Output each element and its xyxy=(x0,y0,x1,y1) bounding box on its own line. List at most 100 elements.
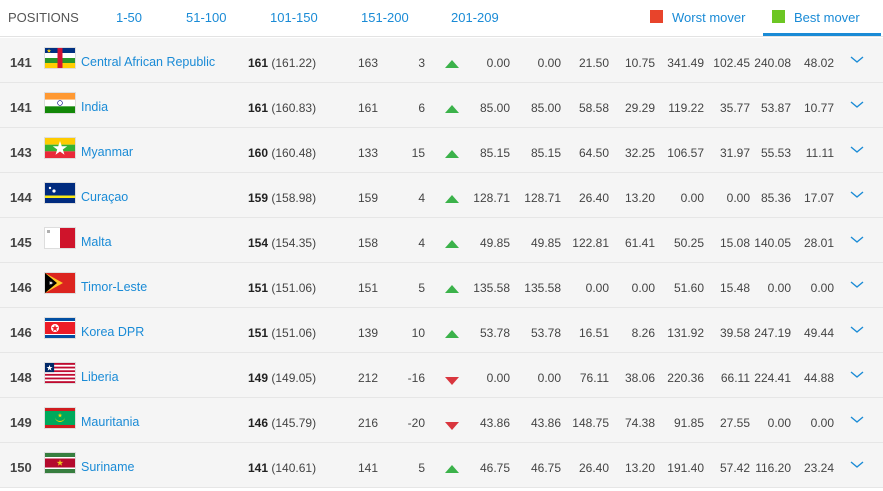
score-c6: 66.11 xyxy=(720,371,750,385)
points-precise: (161.22) xyxy=(271,56,317,70)
score-c5: 131.92 xyxy=(667,326,704,340)
chevron-down-icon[interactable] xyxy=(850,232,864,243)
tab-51-100[interactable]: 51-100 xyxy=(186,10,226,25)
points-rounded: 160 xyxy=(248,146,269,160)
table-row[interactable]: 143 Myanmar 160 (160.48) 133 15 85.15 85.15 64.… xyxy=(0,128,883,173)
score-c8: 44.88 xyxy=(803,371,834,385)
country-link[interactable]: Suriname xyxy=(81,460,135,474)
score-c2: 43.86 xyxy=(530,416,561,430)
score-c8: 10.77 xyxy=(803,101,834,115)
arrow-up-icon xyxy=(445,465,459,473)
chevron-down-icon[interactable] xyxy=(850,457,864,468)
total-points: 146 (145.79) xyxy=(248,416,316,430)
best-mover-filter[interactable]: Best mover xyxy=(794,10,860,25)
flag-india-icon xyxy=(45,93,75,113)
previous-points: 159 xyxy=(357,191,378,205)
worst-mover-filter[interactable]: Worst mover xyxy=(672,10,745,25)
table-row[interactable]: 146 Korea DPR 151 (151.06) 139 10 53.78 53.78 1… xyxy=(0,308,883,353)
chevron-down-icon[interactable] xyxy=(850,97,864,108)
score-c2: 0.00 xyxy=(537,371,561,385)
tab-1-50[interactable]: 1-50 xyxy=(116,10,142,25)
score-c1: 0.00 xyxy=(486,56,510,70)
score-c4: 0.00 xyxy=(631,281,655,295)
flag-suriname-icon xyxy=(45,453,75,473)
flag-timor-icon xyxy=(45,273,75,293)
score-c7: 240.08 xyxy=(754,56,791,70)
arrow-up-icon xyxy=(445,240,459,248)
score-c7: 55.53 xyxy=(760,146,791,160)
table-row[interactable]: 144 Curaçao 159 (158.98) 159 4 128.71 128.71 26… xyxy=(0,173,883,218)
table-row[interactable]: 141 Central African Republic 161 (161.22) 1… xyxy=(0,38,883,83)
score-c7: 85.36 xyxy=(760,191,791,205)
chevron-down-icon[interactable] xyxy=(850,187,864,198)
score-c4: 10.75 xyxy=(624,56,655,70)
arrow-down-icon xyxy=(445,377,459,385)
chevron-down-icon[interactable] xyxy=(850,52,864,63)
score-c4: 29.29 xyxy=(624,101,655,115)
rank: 141 xyxy=(10,55,32,70)
table-row[interactable]: 148 Liberia 149 (149.05) 212 -16 0.00 0.00 76.1… xyxy=(0,353,883,398)
score-c3: 26.40 xyxy=(578,191,609,205)
country-link[interactable]: Myanmar xyxy=(81,145,133,159)
table-row[interactable]: 146 Timor-Leste 151 (151.06) 151 5 135.58 135.… xyxy=(0,263,883,308)
chevron-down-icon[interactable] xyxy=(850,142,864,153)
total-points: 161 (161.22) xyxy=(248,56,316,70)
country-link[interactable]: Curaçao xyxy=(81,190,128,204)
score-c8: 11.11 xyxy=(805,146,834,160)
score-c3: 76.11 xyxy=(579,371,609,385)
arrow-up-icon xyxy=(445,105,459,113)
country-link[interactable]: Mauritania xyxy=(81,415,139,429)
rank: 149 xyxy=(10,415,32,430)
rank-change: 5 xyxy=(418,281,425,295)
points-precise: (151.06) xyxy=(271,326,317,340)
points-rounded: 154 xyxy=(248,236,269,250)
previous-points: 158 xyxy=(357,236,378,250)
chevron-down-icon[interactable] xyxy=(850,367,864,378)
previous-points: 133 xyxy=(357,146,378,160)
flag-myanmar-icon xyxy=(45,138,75,158)
country-link[interactable]: Malta xyxy=(81,235,112,249)
score-c2: 49.85 xyxy=(530,236,561,250)
country-link[interactable]: Korea DPR xyxy=(81,325,144,339)
score-c1: 49.85 xyxy=(479,236,510,250)
table-row[interactable]: 141 India 161 (160.83) 161 6 85.00 85.00 58.58 2… xyxy=(0,83,883,128)
country-link[interactable]: India xyxy=(81,100,108,114)
flag-liberia-icon xyxy=(45,363,75,383)
score-c8: 0.00 xyxy=(810,416,834,430)
total-points: 159 (158.98) xyxy=(248,191,316,205)
score-c2: 128.71 xyxy=(524,191,561,205)
country-link[interactable]: Central African Republic xyxy=(81,55,215,69)
tab-201-209[interactable]: 201-209 xyxy=(451,10,499,25)
table-row[interactable]: 150 Suriname 141 (140.61) 141 5 46.75 46.75 26.… xyxy=(0,443,883,488)
total-points: 141 (140.61) xyxy=(248,461,316,475)
previous-points: 151 xyxy=(357,281,378,295)
tab-101-150[interactable]: 101-150 xyxy=(270,10,318,25)
country-link[interactable]: Timor-Leste xyxy=(81,280,147,294)
score-c6: 0.00 xyxy=(726,191,750,205)
score-c6: 15.08 xyxy=(719,236,750,250)
tab-151-200[interactable]: 151-200 xyxy=(361,10,409,25)
score-c2: 85.00 xyxy=(530,101,561,115)
previous-points: 212 xyxy=(357,371,378,385)
rank-change: -16 xyxy=(407,371,425,385)
score-c2: 135.58 xyxy=(524,281,561,295)
table-row[interactable]: 149 Mauritania 146 (145.79) 216 -20 43.86 43.8… xyxy=(0,398,883,443)
score-c3: 0.00 xyxy=(585,281,609,295)
country-link[interactable]: Liberia xyxy=(81,370,119,384)
score-c6: 15.48 xyxy=(719,281,750,295)
chevron-down-icon[interactable] xyxy=(850,412,864,423)
chevron-down-icon[interactable] xyxy=(850,322,864,333)
chevron-down-icon[interactable] xyxy=(850,277,864,288)
score-c2: 85.15 xyxy=(530,146,561,160)
rank-change: 6 xyxy=(418,101,425,115)
points-precise: (160.48) xyxy=(271,146,317,160)
score-c1: 53.78 xyxy=(479,326,510,340)
score-c5: 191.40 xyxy=(667,461,704,475)
rank-change: 15 xyxy=(411,146,425,160)
score-c2: 0.00 xyxy=(537,56,561,70)
score-c7: 53.87 xyxy=(760,101,791,115)
score-c5: 341.49 xyxy=(667,56,704,70)
table-row[interactable]: 145 Malta 154 (154.35) 158 4 49.85 49.85 122.81… xyxy=(0,218,883,263)
rank-change: -20 xyxy=(407,416,425,430)
rank: 146 xyxy=(10,280,32,295)
